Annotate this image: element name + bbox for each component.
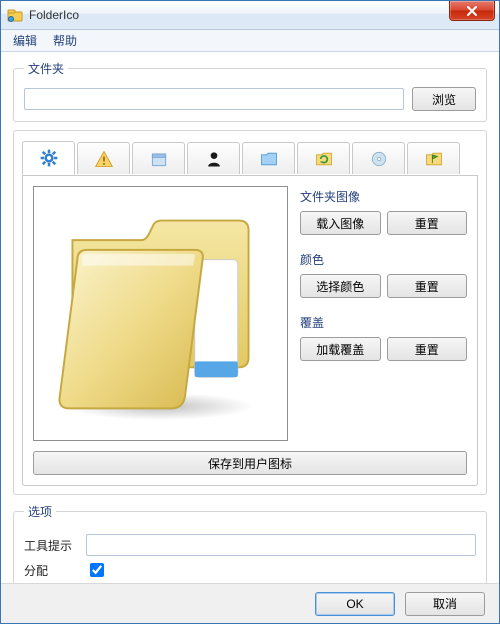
window-title: FolderIco bbox=[29, 8, 79, 22]
box-icon bbox=[149, 149, 169, 169]
tab-profile[interactable] bbox=[187, 142, 240, 174]
menu-help[interactable]: 帮助 bbox=[45, 30, 85, 51]
tabstrip bbox=[22, 141, 478, 176]
tab-disc[interactable] bbox=[352, 142, 405, 174]
silhouette-icon bbox=[204, 149, 224, 169]
gear-icon bbox=[39, 148, 59, 168]
reset-overlay-button[interactable]: 重置 bbox=[387, 337, 468, 361]
client-area: 文件夹 浏览 bbox=[1, 52, 499, 613]
options-legend: 选项 bbox=[24, 503, 56, 520]
tab-app[interactable] bbox=[132, 142, 185, 174]
reset-image-button[interactable]: 重置 bbox=[387, 211, 468, 235]
warning-icon bbox=[94, 149, 114, 169]
menubar: 编辑 帮助 bbox=[1, 30, 499, 52]
assign-checkbox[interactable] bbox=[90, 563, 104, 577]
color-section-label: 颜色 bbox=[300, 251, 467, 268]
titlebar: FolderIco bbox=[1, 1, 499, 30]
tab-body: 文件夹图像 载入图像 重置 颜色 选择颜色 重置 覆盖 加载覆盖 重置 bbox=[22, 176, 478, 486]
side-controls: 文件夹图像 载入图像 重置 颜色 选择颜色 重置 覆盖 加载覆盖 重置 bbox=[300, 186, 467, 441]
tab-settings[interactable] bbox=[22, 141, 75, 175]
disc-icon bbox=[369, 149, 389, 169]
overlay-section-label: 覆盖 bbox=[300, 314, 467, 331]
menu-edit[interactable]: 编辑 bbox=[5, 30, 45, 51]
cancel-button[interactable]: 取消 bbox=[405, 592, 485, 616]
browse-button[interactable]: 浏览 bbox=[412, 87, 476, 111]
dialog-buttons: OK 取消 bbox=[1, 583, 499, 623]
tab-flag[interactable] bbox=[407, 142, 460, 174]
folder-icon bbox=[259, 149, 279, 169]
close-button[interactable] bbox=[449, 1, 495, 21]
tab-sync[interactable] bbox=[297, 142, 350, 174]
folder-group: 文件夹 浏览 bbox=[13, 60, 487, 122]
reset-color-button[interactable]: 重置 bbox=[387, 274, 468, 298]
ok-button[interactable]: OK bbox=[315, 592, 395, 616]
icon-preview bbox=[33, 186, 288, 441]
tab-folder[interactable] bbox=[242, 142, 295, 174]
load-image-button[interactable]: 载入图像 bbox=[300, 211, 381, 235]
folder-group-legend: 文件夹 bbox=[24, 60, 68, 77]
folder-path-input[interactable] bbox=[24, 88, 404, 110]
assign-label: 分配 bbox=[24, 562, 78, 579]
refresh-icon bbox=[314, 149, 334, 169]
close-icon bbox=[466, 6, 478, 16]
image-section-label: 文件夹图像 bbox=[300, 188, 467, 205]
flag-icon bbox=[424, 149, 444, 169]
save-user-icon-button[interactable]: 保存到用户图标 bbox=[33, 451, 467, 475]
tooltip-label: 工具提示 bbox=[24, 537, 78, 554]
app-icon bbox=[7, 7, 23, 23]
folder-preview-icon bbox=[48, 201, 273, 426]
options-group: 选项 工具提示 分配 bbox=[13, 503, 487, 595]
pick-color-button[interactable]: 选择颜色 bbox=[300, 274, 381, 298]
tab-alert[interactable] bbox=[77, 142, 130, 174]
load-overlay-button[interactable]: 加载覆盖 bbox=[300, 337, 381, 361]
main-panel: 文件夹图像 载入图像 重置 颜色 选择颜色 重置 覆盖 加载覆盖 重置 bbox=[13, 130, 487, 495]
tooltip-input[interactable] bbox=[86, 534, 476, 556]
